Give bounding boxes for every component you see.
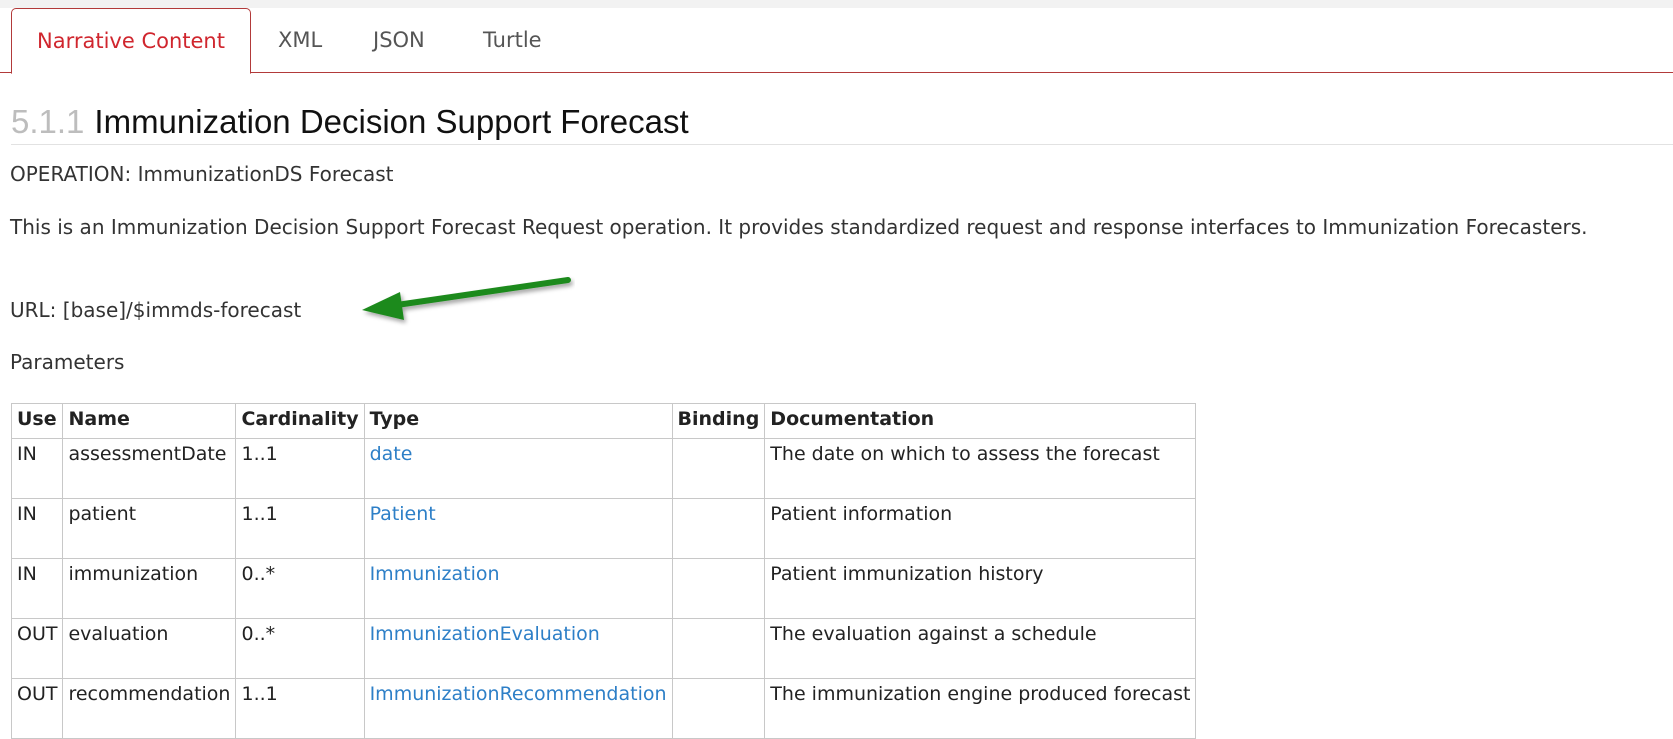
tab-json[interactable]: JSON [373,8,425,72]
type-link[interactable]: Immunization [370,563,500,585]
table-row: IN assessmentDate 1..1 date The date on … [10,438,1197,499]
tab-narrative-content[interactable]: Narrative Content [11,8,251,74]
col-header-type: Type [363,403,673,439]
page-title: 5.1.1 Immunization Decision Support Forec… [11,100,1673,145]
arrow-left-icon [362,277,571,320]
cell-name: immunization [62,558,237,619]
table-row: OUT evaluation 0..* ImmunizationEvaluati… [10,618,1197,679]
section-number: 5.1.1 [11,103,85,140]
cell-type: Immunization [363,558,673,619]
tab-bar: Narrative Content XML JSON Turtle [0,8,1673,74]
cell-cardinality: 0..* [235,558,365,619]
table-row: IN patient 1..1 Patient Patient informat… [10,498,1197,559]
type-link[interactable]: ImmunizationEvaluation [370,623,600,645]
cell-type: date [363,438,673,499]
cell-name: patient [62,498,237,559]
col-header-cardinality: Cardinality [235,403,365,439]
cell-use: OUT [10,618,64,679]
col-header-name: Name [62,403,237,439]
col-header-use: Use [10,403,64,439]
type-link[interactable]: ImmunizationRecommendation [370,683,667,705]
cell-binding [671,618,766,679]
cell-binding [671,498,766,559]
tab-xml[interactable]: XML [278,8,322,72]
operation-description: This is an Immunization Decision Support… [10,215,1588,239]
cell-use: IN [10,438,64,499]
cell-binding [671,558,766,619]
table-header-row: Use Name Cardinality Type Binding Docume… [10,403,1197,439]
cell-name: evaluation [62,618,237,679]
cell-cardinality: 1..1 [235,438,365,499]
cell-use: IN [10,498,64,559]
url-line: URL: [base]/$immds-forecast [10,298,302,322]
cell-documentation: Patient immunization history [764,558,1197,619]
cell-cardinality: 1..1 [235,498,365,559]
col-header-binding: Binding [671,403,766,439]
operation-line: OPERATION: ImmunizationDS Forecast [10,162,394,186]
parameters-label: Parameters [10,350,125,374]
type-link[interactable]: Patient [370,503,436,525]
table-row: IN immunization 0..* Immunization Patien… [10,558,1197,619]
top-strip [0,0,1673,8]
parameters-table: Use Name Cardinality Type Binding Docume… [10,403,1197,739]
cell-cardinality: 0..* [235,618,365,679]
cell-documentation: The date on which to assess the forecast [764,438,1197,499]
tab-turtle[interactable]: Turtle [483,8,542,72]
cell-use: IN [10,558,64,619]
cell-type: ImmunizationEvaluation [363,618,673,679]
section-title: Immunization Decision Support Forecast [94,103,689,140]
cell-type: Patient [363,498,673,559]
type-link[interactable]: date [370,443,413,465]
cell-documentation: Patient information [764,498,1197,559]
cell-binding [671,438,766,499]
col-header-documentation: Documentation [764,403,1197,439]
cell-documentation: The evaluation against a schedule [764,618,1197,679]
cell-name: assessmentDate [62,438,237,499]
